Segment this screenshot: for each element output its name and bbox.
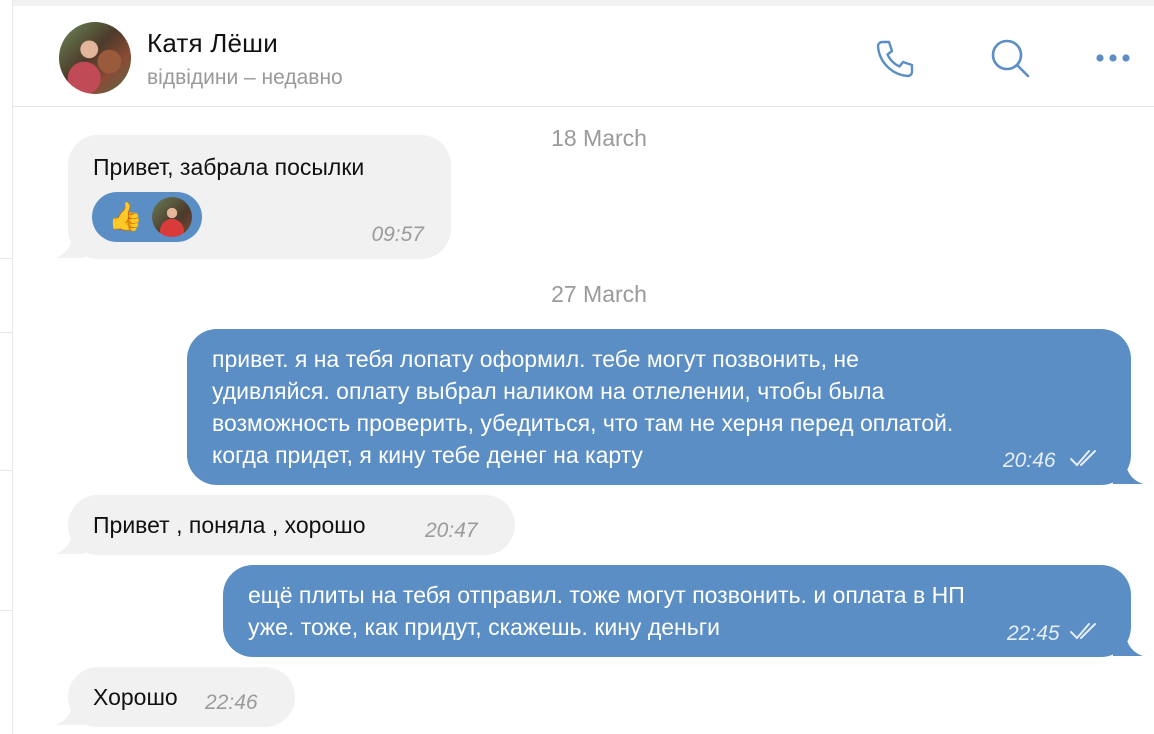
message-time: 20:47 — [425, 519, 478, 542]
message-bubble-incoming[interactable]: Хорошо 22:46 — [68, 667, 295, 727]
message-time: 09:57 — [371, 223, 424, 246]
message-line: уже. тоже, как придут, скажешь. кину ден… — [248, 614, 720, 640]
message-time: 22:46 — [205, 691, 258, 714]
chat-header: Катя Лёши відвідини – недавно — [13, 6, 1154, 107]
thumbs-up-icon: 👍 — [108, 201, 143, 232]
contact-avatar[interactable] — [59, 22, 131, 94]
chat-list-edge — [0, 0, 13, 734]
date-separator: 18 March — [551, 125, 647, 151]
date-separator: 27 March — [551, 281, 647, 307]
message-bubble-outgoing[interactable]: привет. я на тебя лопату оформил. тебе м… — [187, 329, 1131, 485]
more-icon[interactable] — [1091, 36, 1135, 80]
message-time: 20:46 — [1003, 449, 1056, 472]
message-time: 22:45 — [1007, 622, 1060, 645]
reactor-avatar — [152, 197, 192, 237]
message-text: Привет , поняла , хорошо — [93, 512, 366, 538]
message-text: Привет, забрала посылки — [93, 154, 365, 180]
contact-status: відвідини – недавно — [147, 66, 343, 89]
message-bubble-incoming[interactable]: Привет, забрала посылки 👍 09:57 — [68, 135, 451, 259]
message-line: удивляйся. оплату выбрал наликом на отле… — [212, 378, 885, 404]
message-line: ещё плиты на тебя отправил. тоже могут п… — [248, 582, 965, 608]
search-icon[interactable] — [988, 36, 1032, 80]
reaction-badge[interactable]: 👍 — [92, 192, 202, 242]
contact-name[interactable]: Катя Лёши — [147, 28, 278, 59]
read-checks-icon — [1070, 450, 1096, 467]
message-line: возможность проверить, убедиться, что та… — [212, 410, 954, 436]
read-checks-icon — [1070, 623, 1096, 640]
phone-icon[interactable] — [873, 36, 917, 80]
message-line: привет. я на тебя лопату оформил. тебе м… — [212, 346, 859, 372]
message-bubble-incoming[interactable]: Привет , поняла , хорошо 20:47 — [68, 495, 515, 555]
message-bubble-outgoing[interactable]: ещё плиты на тебя отправил. тоже могут п… — [223, 565, 1131, 657]
message-line: когда придет, я кину тебе денег на карту — [212, 442, 643, 468]
message-text: Хорошо — [93, 684, 178, 710]
